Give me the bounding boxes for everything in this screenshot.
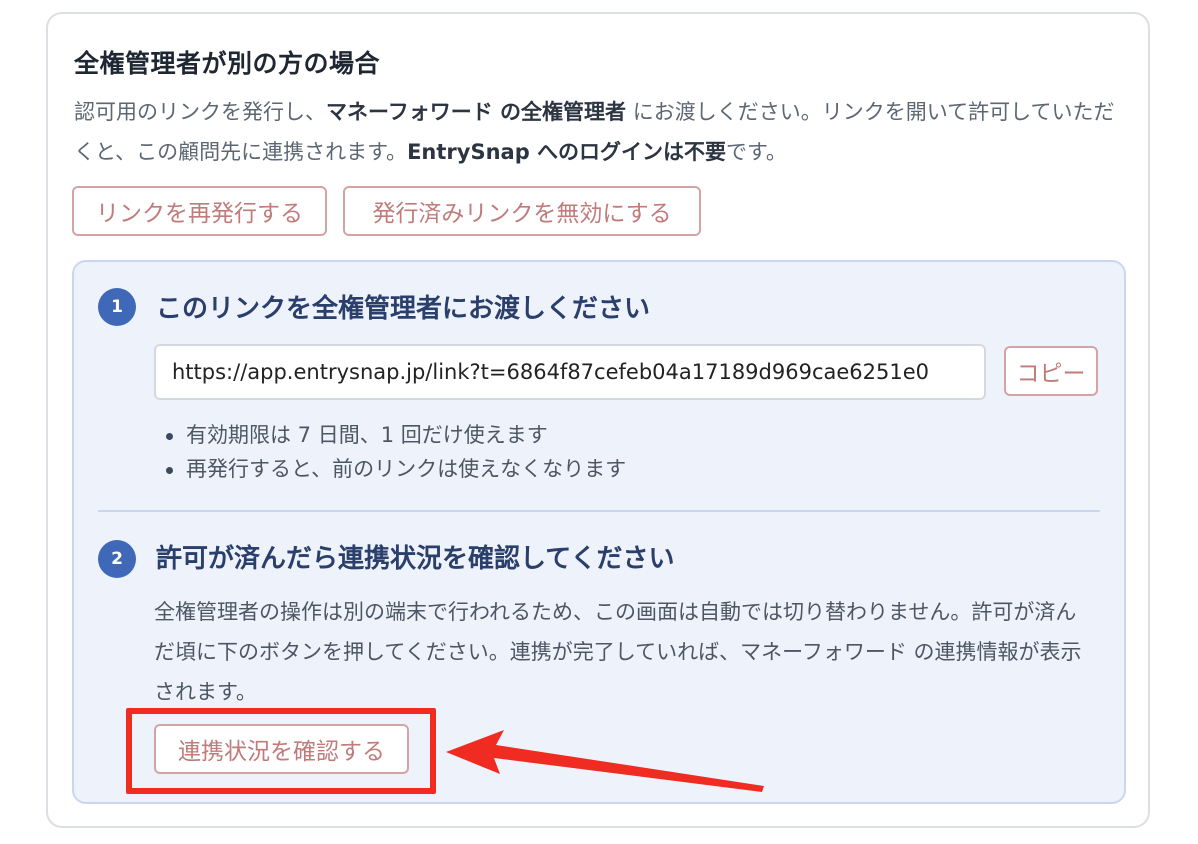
annotation-arrow-icon (446, 730, 764, 792)
card-description: 認可用のリンクを発行し、マネーフォワード の全権管理者 にお渡しください。リンク… (74, 92, 1124, 172)
card-title: 全権管理者が別の方の場合 (74, 49, 381, 78)
admin-link-card: 全権管理者が別の方の場合 認可用のリンクを発行し、マネーフォワード の全権管理者… (46, 12, 1150, 828)
desc-part-1: 認可用のリンクを発行し、 (74, 100, 326, 124)
link-notes-list: 有効期限は 7 日間、1 回だけ使えます 再発行すると、前のリンクは使えなくなり… (164, 418, 626, 486)
note-reissue: 再発行すると、前のリンクは使えなくなります (164, 452, 626, 486)
desc-bold-2: EntrySnap へのログインは不要 (407, 140, 727, 164)
step-divider (98, 510, 1100, 512)
note-expiry: 有効期限は 7 日間、1 回だけ使えます (164, 418, 626, 452)
desc-part-3: です。 (726, 140, 787, 164)
step-1-badge: 1 (98, 288, 136, 326)
disable-link-button[interactable]: 発行済みリンクを無効にする (343, 186, 701, 236)
step-2-title: 許可が済んだら連携状況を確認してください (156, 544, 675, 574)
annotation-highlight-box (126, 708, 436, 794)
desc-bold-1: マネーフォワード の全権管理者 (326, 100, 627, 124)
link-url-input[interactable] (154, 344, 986, 400)
step-2-badge: 2 (98, 540, 136, 578)
reissue-link-button[interactable]: リンクを再発行する (72, 186, 327, 236)
copy-link-button[interactable]: コピー (1004, 346, 1098, 396)
step-2-description: 全権管理者の操作は別の端末で行われるため、この画面は自動では切り替わりません。許… (154, 600, 1082, 704)
step-1-title: このリンクを全権管理者にお渡しください (156, 294, 651, 324)
